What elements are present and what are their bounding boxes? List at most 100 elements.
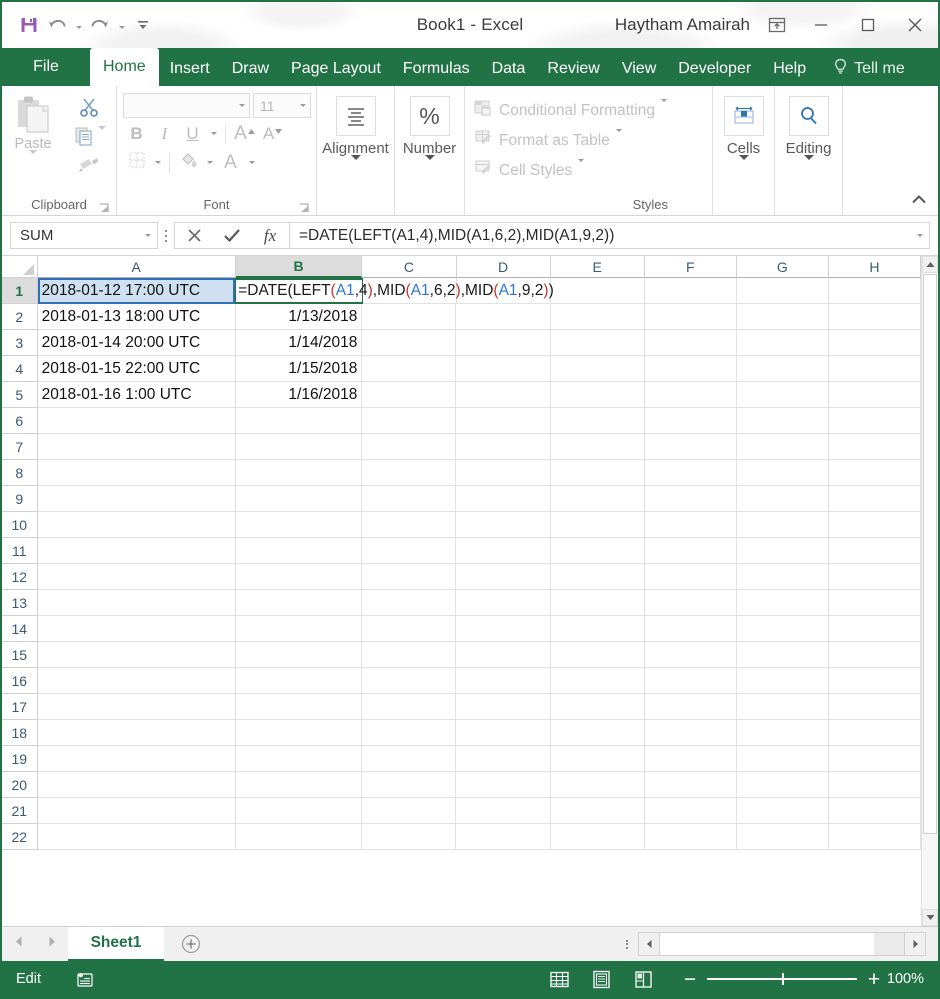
cell-B16[interactable] — [236, 668, 363, 694]
cell-B19[interactable] — [236, 746, 363, 772]
decrease-font-size-button[interactable]: A — [259, 120, 286, 147]
cell-D9[interactable] — [456, 486, 550, 512]
cell-E12[interactable] — [551, 564, 645, 590]
italic-button[interactable]: I — [151, 120, 178, 147]
next-sheet-icon[interactable] — [46, 935, 58, 953]
cell-C6[interactable] — [362, 408, 456, 434]
cell-H18[interactable] — [829, 720, 921, 746]
cell-D6[interactable] — [456, 408, 550, 434]
cell-D11[interactable] — [456, 538, 550, 564]
cell-A2[interactable]: 2018-01-13 18:00 UTC — [38, 304, 236, 330]
font-color-dropdown-icon[interactable] — [245, 149, 258, 176]
cell-A11[interactable] — [38, 538, 236, 564]
horizontal-scrollbar-thumb[interactable] — [660, 932, 874, 956]
cell-H1[interactable] — [829, 278, 921, 304]
cell-C13[interactable] — [362, 590, 456, 616]
scrollbar-track[interactable] — [922, 834, 938, 909]
row-header-15[interactable]: 15 — [2, 642, 38, 668]
cell-F19[interactable] — [645, 746, 737, 772]
cell-H6[interactable] — [829, 408, 921, 434]
borders-button[interactable] — [123, 149, 150, 176]
cell-H21[interactable] — [829, 798, 921, 824]
cell-G20[interactable] — [737, 772, 829, 798]
tab-file[interactable]: File — [2, 48, 90, 86]
cell-G1[interactable] — [737, 278, 829, 304]
cell-G6[interactable] — [737, 408, 829, 434]
cell-E19[interactable] — [551, 746, 645, 772]
cell-G15[interactable] — [737, 642, 829, 668]
cell-H22[interactable] — [829, 824, 921, 850]
row-header-2[interactable]: 2 — [2, 304, 38, 330]
cell-C12[interactable] — [362, 564, 456, 590]
cell-H16[interactable] — [829, 668, 921, 694]
cell-F16[interactable] — [645, 668, 737, 694]
cell-C5[interactable] — [362, 382, 456, 408]
cell-E2[interactable] — [551, 304, 645, 330]
tab-draw[interactable]: Draw — [221, 52, 280, 86]
cell-styles-button[interactable]: Cell Styles — [473, 158, 667, 183]
format-as-table-dropdown-icon[interactable] — [616, 132, 622, 150]
cell-F8[interactable] — [645, 460, 737, 486]
cell-D7[interactable] — [456, 434, 550, 460]
name-box[interactable]: SUM — [10, 222, 158, 249]
cell-E15[interactable] — [551, 642, 645, 668]
copy-button[interactable] — [73, 125, 106, 152]
alignment-dropdown-icon[interactable] — [351, 160, 361, 178]
cell-E13[interactable] — [551, 590, 645, 616]
cell-D21[interactable] — [456, 798, 550, 824]
cell-C20[interactable] — [362, 772, 456, 798]
cell-H15[interactable] — [829, 642, 921, 668]
cell-G10[interactable] — [737, 512, 829, 538]
cell-C9[interactable] — [362, 486, 456, 512]
formula-expand-icon[interactable] — [917, 234, 923, 237]
cell-D12[interactable] — [456, 564, 550, 590]
cell-D10[interactable] — [456, 512, 550, 538]
cell-D8[interactable] — [456, 460, 550, 486]
tab-data[interactable]: Data — [481, 52, 537, 86]
cell-E16[interactable] — [551, 668, 645, 694]
cell-A17[interactable] — [38, 694, 236, 720]
conditional-formatting-button[interactable]: Conditional Formatting — [473, 98, 667, 123]
cell-H14[interactable] — [829, 616, 921, 642]
collapse-ribbon-icon[interactable] — [910, 191, 928, 209]
cell-A18[interactable] — [38, 720, 236, 746]
close-icon[interactable] — [891, 2, 938, 48]
cell-G13[interactable] — [737, 590, 829, 616]
borders-dropdown-icon[interactable] — [151, 149, 164, 176]
scroll-down-button[interactable] — [922, 909, 938, 926]
cell-F12[interactable] — [645, 564, 737, 590]
column-header-c[interactable]: C — [362, 256, 456, 278]
cell-E4[interactable] — [551, 356, 645, 382]
cell-A10[interactable] — [38, 512, 236, 538]
row-header-7[interactable]: 7 — [2, 434, 38, 460]
cell-G4[interactable] — [737, 356, 829, 382]
cell-G11[interactable] — [737, 538, 829, 564]
alignment-button[interactable]: Alignment — [317, 90, 394, 178]
tab-home[interactable]: Home — [90, 48, 159, 86]
row-header-1[interactable]: 1 — [2, 278, 38, 304]
cell-E10[interactable] — [551, 512, 645, 538]
cell-G17[interactable] — [737, 694, 829, 720]
cell-B7[interactable] — [236, 434, 363, 460]
cell-F5[interactable] — [645, 382, 737, 408]
format-painter-button[interactable] — [77, 154, 101, 179]
cell-F1[interactable] — [645, 278, 737, 304]
cell-B15[interactable] — [236, 642, 363, 668]
row-header-6[interactable]: 6 — [2, 408, 38, 434]
name-box-dropdown-icon[interactable] — [145, 234, 151, 237]
cell-C7[interactable] — [362, 434, 456, 460]
row-header-14[interactable]: 14 — [2, 616, 38, 642]
column-header-f[interactable]: F — [645, 256, 737, 278]
cell-A5[interactable]: 2018-01-16 1:00 UTC — [38, 382, 236, 408]
cell-H10[interactable] — [829, 512, 921, 538]
column-header-g[interactable]: G — [737, 256, 829, 278]
cell-A16[interactable] — [38, 668, 236, 694]
cells-dropdown-icon[interactable] — [739, 160, 749, 178]
maximize-icon[interactable] — [844, 2, 891, 48]
tab-view[interactable]: View — [611, 52, 667, 86]
cell-H8[interactable] — [829, 460, 921, 486]
fill-color-dropdown-icon[interactable] — [203, 149, 216, 176]
cell-A13[interactable] — [38, 590, 236, 616]
row-header-21[interactable]: 21 — [2, 798, 38, 824]
row-header-5[interactable]: 5 — [2, 382, 38, 408]
